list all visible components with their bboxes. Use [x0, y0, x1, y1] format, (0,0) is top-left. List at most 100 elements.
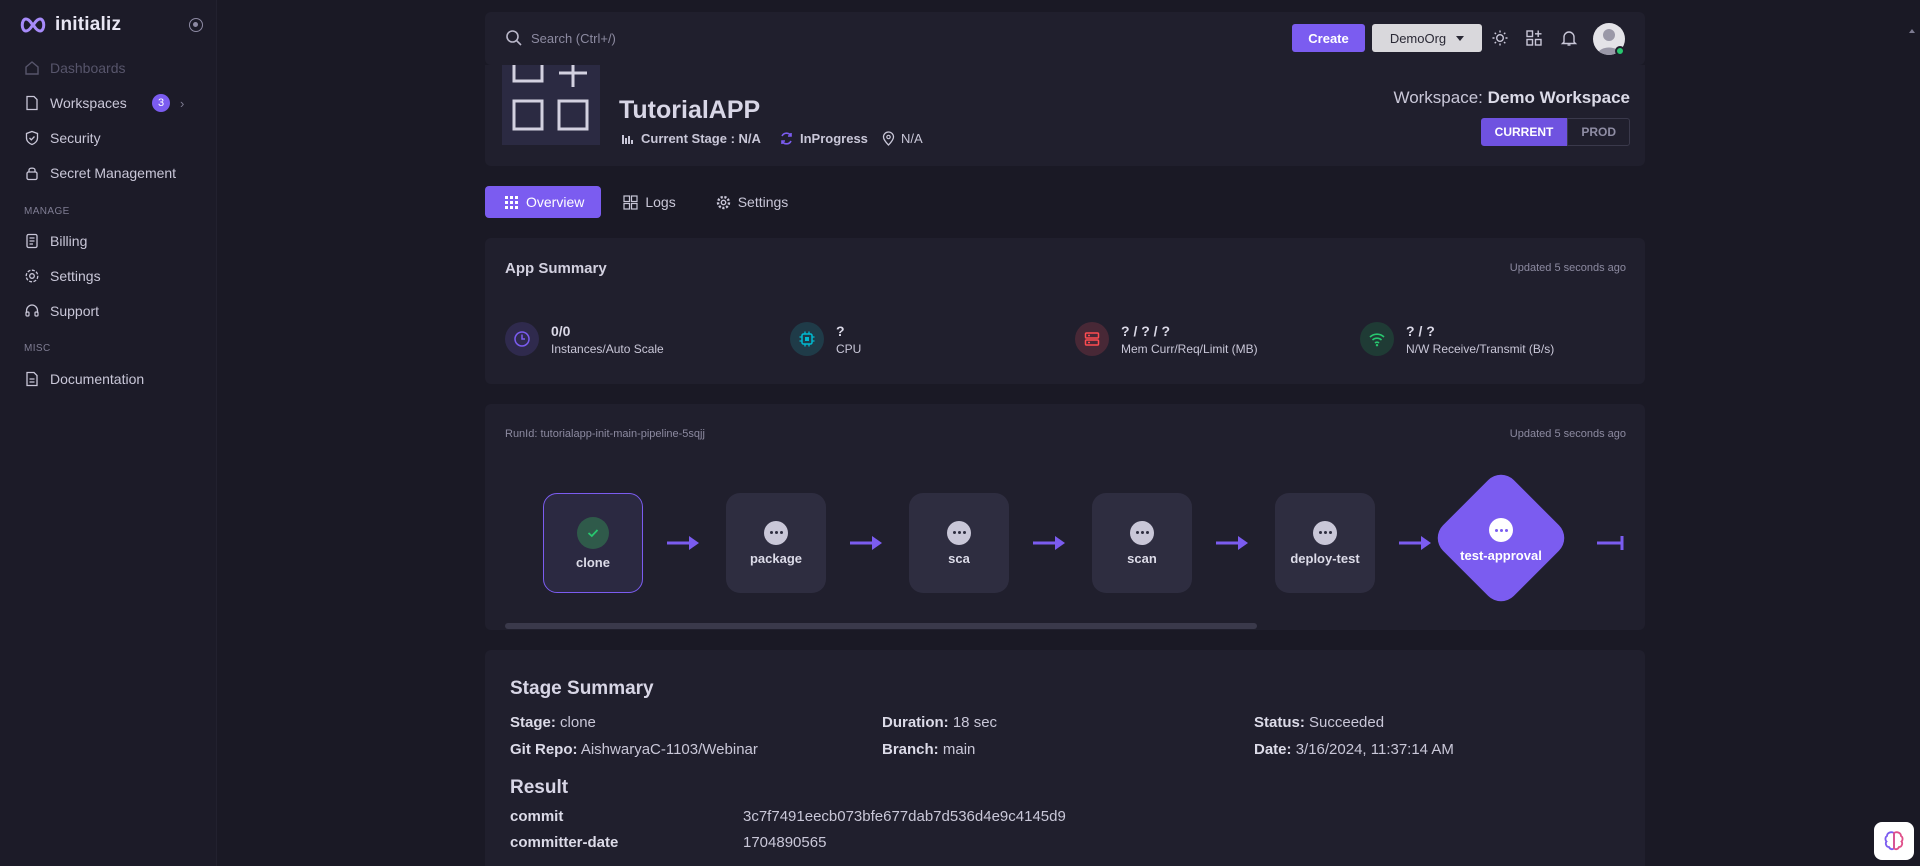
- stage-name: clone: [576, 554, 610, 570]
- sidebar-item-support[interactable]: Support: [24, 299, 196, 323]
- stage-scan[interactable]: scan: [1092, 493, 1192, 593]
- field-key: Stage:: [510, 714, 556, 731]
- tab-overview[interactable]: Overview: [485, 186, 602, 218]
- more-dots-icon: [947, 520, 971, 545]
- stage-deploy-test[interactable]: deploy-test: [1275, 493, 1375, 593]
- stage-summary-card: Stage Summary Stage: clone Duration: 18 …: [485, 650, 1645, 866]
- assistant-brain-button[interactable]: [1874, 822, 1914, 860]
- stage-field: Stage: clone: [510, 714, 596, 731]
- stage-name: sca: [948, 550, 970, 566]
- app-summary-card: App Summary Updated 5 seconds ago 0/0 Ins…: [485, 238, 1645, 384]
- brand[interactable]: initializ: [19, 14, 121, 36]
- env-prod-button[interactable]: PROD: [1567, 118, 1630, 146]
- stage-package[interactable]: package: [726, 493, 826, 593]
- sidebar-item-label: Workspaces: [50, 95, 127, 111]
- file-icon: [26, 95, 38, 111]
- bell-icon[interactable]: [1560, 29, 1578, 47]
- arrow-right-icon: [1399, 536, 1431, 550]
- document-icon: [26, 371, 38, 387]
- stat-label: Mem Curr/Req/Limit (MB): [1121, 341, 1258, 356]
- shield-icon: [25, 130, 39, 146]
- date-field: Date: 3/16/2024, 11:37:14 AM: [1254, 741, 1454, 758]
- sidebar: initializ Dashboards Workspaces 3 › Secu…: [0, 0, 217, 866]
- online-status-dot: [1615, 46, 1625, 56]
- current-stage-label: Current Stage : N/A: [641, 131, 761, 146]
- arrow-right-icon: [1597, 536, 1624, 550]
- stage-sca[interactable]: sca: [909, 493, 1009, 593]
- result-key: commit: [510, 808, 564, 825]
- workspace-name: Demo Workspace: [1487, 88, 1630, 107]
- app-header: TutorialAPP Current Stage : N/A InProgre…: [485, 65, 1645, 166]
- stat-label: N/W Receive/Transmit (B/s): [1406, 341, 1555, 356]
- org-select-button[interactable]: DemoOrg: [1372, 24, 1482, 52]
- apps-grid-icon: [512, 65, 589, 131]
- stage-name: test-approval: [1460, 548, 1542, 563]
- sidebar-item-label: Support: [50, 303, 100, 319]
- tab-settings[interactable]: Settings: [698, 186, 807, 218]
- stat-label: Instances/Auto Scale: [551, 341, 664, 356]
- sidebar-item-documentation[interactable]: Documentation: [24, 367, 196, 391]
- arrow-right-icon: [667, 536, 699, 550]
- more-dots-icon: [1130, 520, 1154, 545]
- stat-value: ? / ? / ?: [1121, 322, 1170, 339]
- layout-grid-icon: [623, 194, 638, 210]
- search-input[interactable]: [531, 27, 831, 49]
- stat-value: 0/0: [551, 322, 571, 339]
- check-icon: [577, 516, 609, 549]
- field-value: AishwaryaC-1103/Webinar: [580, 741, 758, 758]
- field-value: clone: [560, 714, 596, 731]
- sun-icon[interactable]: [1491, 29, 1509, 47]
- stage-name: scan: [1127, 550, 1157, 566]
- cpu-icon: [790, 322, 824, 356]
- result-key: committer-date: [510, 834, 619, 851]
- receipt-icon: [26, 233, 38, 249]
- tabs: Overview Logs Settings: [485, 186, 806, 218]
- clock-icon: [505, 322, 539, 356]
- location-label: N/A: [901, 131, 923, 146]
- sidebar-item-settings[interactable]: Settings: [24, 264, 196, 288]
- home-icon: [25, 61, 39, 75]
- sidebar-item-label: Dashboards: [50, 60, 126, 76]
- environment-toggle: CURRENT PROD: [1480, 118, 1630, 146]
- stage-clone[interactable]: clone: [543, 493, 643, 593]
- sidebar-item-dashboards[interactable]: Dashboards: [24, 56, 196, 80]
- apps-add-icon[interactable]: [1525, 29, 1543, 47]
- section-label-misc: MISC: [24, 343, 51, 354]
- workspace-label: Workspace: Demo Workspace: [1393, 88, 1630, 108]
- scroll-up-icon[interactable]: [1908, 28, 1916, 68]
- result-value: 3c7f7491eecb073bfe677dab7d536d4e9c4145d9: [743, 808, 1066, 825]
- app-summary-title: App Summary: [505, 260, 607, 277]
- env-current-button[interactable]: CURRENT: [1480, 118, 1568, 146]
- stat-value: ?: [836, 322, 845, 339]
- field-value: 18 sec: [952, 714, 998, 731]
- field-key: Duration:: [882, 714, 949, 731]
- status-label: InProgress: [800, 131, 868, 146]
- stage-name: package: [749, 550, 803, 566]
- pipeline-scrollbar[interactable]: [505, 623, 1257, 629]
- run-id: RunId: tutorialapp-init-main-pipeline-5s…: [505, 428, 705, 440]
- stat-label: CPU: [836, 341, 862, 356]
- sidebar-item-billing[interactable]: Billing: [24, 229, 196, 253]
- tab-logs[interactable]: Logs: [605, 186, 693, 218]
- sidebar-item-workspaces[interactable]: Workspaces 3 ›: [24, 91, 196, 115]
- pipeline-updated: Updated 5 seconds ago: [1509, 428, 1626, 440]
- sidebar-item-security[interactable]: Security: [24, 126, 196, 150]
- stat-cpu: ? CPU: [790, 322, 861, 356]
- sidebar-item-secret-management[interactable]: Secret Management: [24, 161, 196, 185]
- stat-memory: ? / ? / ? Mem Curr/Req/Limit (MB): [1075, 322, 1258, 356]
- topbar: Create DemoOrg: [485, 12, 1645, 65]
- field-key: Date:: [1254, 741, 1292, 758]
- result-value: 1704890565: [743, 834, 827, 851]
- status-meta: InProgress: [779, 131, 868, 146]
- section-label-manage: MANAGE: [24, 206, 70, 217]
- create-button[interactable]: Create: [1292, 24, 1365, 52]
- location-meta: N/A: [882, 131, 923, 146]
- collapse-sidebar-button[interactable]: [189, 18, 203, 32]
- lock-icon: [26, 167, 38, 181]
- stage-name: deploy-test: [1290, 550, 1360, 566]
- stat-network: ? / ? N/W Receive/Transmit (B/s): [1360, 322, 1554, 356]
- app-title: TutorialAPP: [619, 96, 761, 124]
- git-repo-field: Git Repo: AishwaryaC-1103/Webinar: [510, 741, 758, 758]
- more-dots-icon: [764, 520, 788, 545]
- pipeline-card: RunId: tutorialapp-init-main-pipeline-5s…: [485, 404, 1645, 630]
